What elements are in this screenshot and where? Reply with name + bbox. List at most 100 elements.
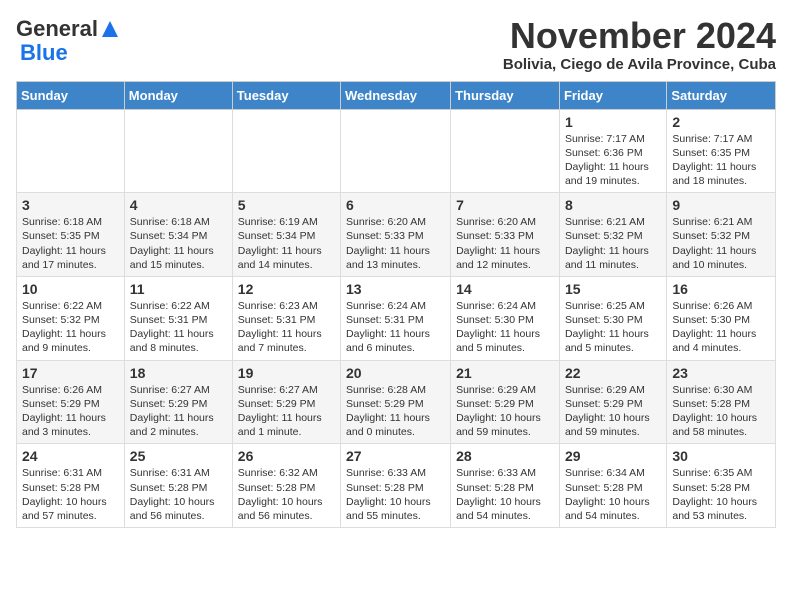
- day-number: 13: [346, 281, 445, 297]
- calendar-cell-w2d6: 16 Sunrise: 6:26 AMSunset: 5:30 PMDayligh…: [667, 276, 776, 360]
- calendar-cell-w3d6: 23 Sunrise: 6:30 AMSunset: 5:28 PMDayligh…: [667, 360, 776, 444]
- day-info: Sunrise: 6:21 AMSunset: 5:32 PMDaylight:…: [565, 215, 661, 272]
- day-info: Sunrise: 6:22 AMSunset: 5:32 PMDaylight:…: [22, 299, 119, 356]
- calendar-cell-w1d3: 6Sunrise: 6:20 AMSunset: 5:33 PMDaylight…: [341, 193, 451, 277]
- day-info: Sunrise: 6:29 AMSunset: 5:29 PMDaylight:…: [456, 383, 554, 440]
- calendar-cell-w1d6: 9 Sunrise: 6:21 AMSunset: 5:32 PMDaylight…: [667, 193, 776, 277]
- calendar-week-3: 17 Sunrise: 6:26 AMSunset: 5:29 PMDayligh…: [17, 360, 776, 444]
- day-number: 15: [565, 281, 661, 297]
- day-number: 20: [346, 365, 445, 381]
- day-number: 19: [238, 365, 335, 381]
- day-info: Sunrise: 7:17 AMSunset: 6:35 PMDaylight:…: [672, 132, 770, 189]
- day-number: 23: [672, 365, 770, 381]
- calendar-cell-w4d6: 30Sunrise: 6:35 AMSunset: 5:28 PMDayligh…: [667, 444, 776, 528]
- calendar-header-sunday: Sunday: [17, 81, 125, 109]
- day-info: Sunrise: 6:22 AMSunset: 5:31 PMDaylight:…: [130, 299, 227, 356]
- day-number: 25: [130, 448, 227, 464]
- day-info: Sunrise: 6:31 AMSunset: 5:28 PMDaylight:…: [22, 466, 119, 523]
- day-info: Sunrise: 6:33 AMSunset: 5:28 PMDaylight:…: [346, 466, 445, 523]
- day-info: Sunrise: 6:30 AMSunset: 5:28 PMDaylight:…: [672, 383, 770, 440]
- calendar-cell-w0d6: 2 Sunrise: 7:17 AMSunset: 6:35 PMDaylight…: [667, 109, 776, 193]
- calendar-header-tuesday: Tuesday: [232, 81, 340, 109]
- day-number: 5: [238, 197, 335, 213]
- month-title: November 2024: [503, 16, 776, 56]
- day-info: Sunrise: 6:33 AMSunset: 5:28 PMDaylight:…: [456, 466, 554, 523]
- day-number: 4: [130, 197, 227, 213]
- calendar-cell-w3d4: 21 Sunrise: 6:29 AMSunset: 5:29 PMDayligh…: [451, 360, 560, 444]
- day-info: Sunrise: 6:18 AMSunset: 5:35 PMDaylight:…: [22, 215, 119, 272]
- calendar-header-friday: Friday: [559, 81, 666, 109]
- calendar-header-thursday: Thursday: [451, 81, 560, 109]
- day-number: 27: [346, 448, 445, 464]
- calendar-cell-w3d1: 18Sunrise: 6:27 AMSunset: 5:29 PMDayligh…: [124, 360, 232, 444]
- calendar-header-row: SundayMondayTuesdayWednesdayThursdayFrid…: [17, 81, 776, 109]
- day-info: Sunrise: 6:18 AMSunset: 5:34 PMDaylight:…: [130, 215, 227, 272]
- day-number: 24: [22, 448, 119, 464]
- day-number: 3: [22, 197, 119, 213]
- calendar-cell-w0d4: [451, 109, 560, 193]
- calendar-cell-w3d0: 17 Sunrise: 6:26 AMSunset: 5:29 PMDayligh…: [17, 360, 125, 444]
- location-subtitle: Bolivia, Ciego de Avila Province, Cuba: [503, 56, 776, 73]
- calendar-cell-w0d5: 1Sunrise: 7:17 AMSunset: 6:36 PMDaylight…: [559, 109, 666, 193]
- day-number: 16: [672, 281, 770, 297]
- day-info: Sunrise: 6:24 AMSunset: 5:30 PMDaylight:…: [456, 299, 554, 356]
- calendar-body: 1Sunrise: 7:17 AMSunset: 6:36 PMDaylight…: [17, 109, 776, 527]
- title-block: November 2024 Bolivia, Ciego de Avila Pr…: [503, 16, 776, 73]
- day-number: 21: [456, 365, 554, 381]
- calendar-cell-w2d0: 10Sunrise: 6:22 AMSunset: 5:32 PMDayligh…: [17, 276, 125, 360]
- day-info: Sunrise: 6:31 AMSunset: 5:28 PMDaylight:…: [130, 466, 227, 523]
- logo-icon: [100, 19, 120, 39]
- calendar-cell-w4d1: 25 Sunrise: 6:31 AMSunset: 5:28 PMDayligh…: [124, 444, 232, 528]
- day-number: 12: [238, 281, 335, 297]
- day-info: Sunrise: 6:26 AMSunset: 5:29 PMDaylight:…: [22, 383, 119, 440]
- calendar-cell-w0d1: [124, 109, 232, 193]
- day-info: Sunrise: 6:32 AMSunset: 5:28 PMDaylight:…: [238, 466, 335, 523]
- calendar-cell-w0d3: [341, 109, 451, 193]
- day-info: Sunrise: 6:26 AMSunset: 5:30 PMDaylight:…: [672, 299, 770, 356]
- calendar-cell-w1d4: 7 Sunrise: 6:20 AMSunset: 5:33 PMDaylight…: [451, 193, 560, 277]
- day-number: 30: [672, 448, 770, 464]
- day-info: Sunrise: 6:34 AMSunset: 5:28 PMDaylight:…: [565, 466, 661, 523]
- calendar-cell-w1d0: 3 Sunrise: 6:18 AMSunset: 5:35 PMDaylight…: [17, 193, 125, 277]
- calendar-cell-w1d1: 4 Sunrise: 6:18 AMSunset: 5:34 PMDaylight…: [124, 193, 232, 277]
- calendar-cell-w0d2: [232, 109, 340, 193]
- calendar-week-2: 10Sunrise: 6:22 AMSunset: 5:32 PMDayligh…: [17, 276, 776, 360]
- day-number: 22: [565, 365, 661, 381]
- logo: General Blue: [16, 16, 120, 66]
- calendar-cell-w2d4: 14Sunrise: 6:24 AMSunset: 5:30 PMDayligh…: [451, 276, 560, 360]
- day-number: 17: [22, 365, 119, 381]
- calendar-cell-w4d0: 24 Sunrise: 6:31 AMSunset: 5:28 PMDayligh…: [17, 444, 125, 528]
- day-number: 8: [565, 197, 661, 213]
- calendar-cell-w4d4: 28 Sunrise: 6:33 AMSunset: 5:28 PMDayligh…: [451, 444, 560, 528]
- calendar-table: SundayMondayTuesdayWednesdayThursdayFrid…: [16, 81, 776, 528]
- logo-general-text: General: [16, 16, 98, 42]
- day-info: Sunrise: 6:29 AMSunset: 5:29 PMDaylight:…: [565, 383, 661, 440]
- day-number: 29: [565, 448, 661, 464]
- day-info: Sunrise: 6:20 AMSunset: 5:33 PMDaylight:…: [346, 215, 445, 272]
- day-number: 2: [672, 114, 770, 130]
- day-info: Sunrise: 6:20 AMSunset: 5:33 PMDaylight:…: [456, 215, 554, 272]
- calendar-header-wednesday: Wednesday: [341, 81, 451, 109]
- day-number: 9: [672, 197, 770, 213]
- calendar-cell-w2d3: 13 Sunrise: 6:24 AMSunset: 5:31 PMDayligh…: [341, 276, 451, 360]
- day-info: Sunrise: 6:24 AMSunset: 5:31 PMDaylight:…: [346, 299, 445, 356]
- page-header: General Blue November 2024 Bolivia, Cieg…: [16, 16, 776, 73]
- day-info: Sunrise: 6:21 AMSunset: 5:32 PMDaylight:…: [672, 215, 770, 272]
- calendar-cell-w2d5: 15Sunrise: 6:25 AMSunset: 5:30 PMDayligh…: [559, 276, 666, 360]
- calendar-cell-w4d3: 27 Sunrise: 6:33 AMSunset: 5:28 PMDayligh…: [341, 444, 451, 528]
- calendar-cell-w3d5: 22 Sunrise: 6:29 AMSunset: 5:29 PMDayligh…: [559, 360, 666, 444]
- calendar-week-0: 1Sunrise: 7:17 AMSunset: 6:36 PMDaylight…: [17, 109, 776, 193]
- calendar-cell-w2d1: 11 Sunrise: 6:22 AMSunset: 5:31 PMDayligh…: [124, 276, 232, 360]
- day-number: 26: [238, 448, 335, 464]
- day-info: Sunrise: 6:19 AMSunset: 5:34 PMDaylight:…: [238, 215, 335, 272]
- day-number: 11: [130, 281, 227, 297]
- day-number: 28: [456, 448, 554, 464]
- calendar-header-monday: Monday: [124, 81, 232, 109]
- calendar-header-saturday: Saturday: [667, 81, 776, 109]
- calendar-cell-w3d2: 19Sunrise: 6:27 AMSunset: 5:29 PMDayligh…: [232, 360, 340, 444]
- calendar-week-1: 3 Sunrise: 6:18 AMSunset: 5:35 PMDaylight…: [17, 193, 776, 277]
- calendar-cell-w4d5: 29 Sunrise: 6:34 AMSunset: 5:28 PMDayligh…: [559, 444, 666, 528]
- calendar-cell-w3d3: 20Sunrise: 6:28 AMSunset: 5:29 PMDayligh…: [341, 360, 451, 444]
- day-number: 7: [456, 197, 554, 213]
- calendar-cell-w4d2: 26 Sunrise: 6:32 AMSunset: 5:28 PMDayligh…: [232, 444, 340, 528]
